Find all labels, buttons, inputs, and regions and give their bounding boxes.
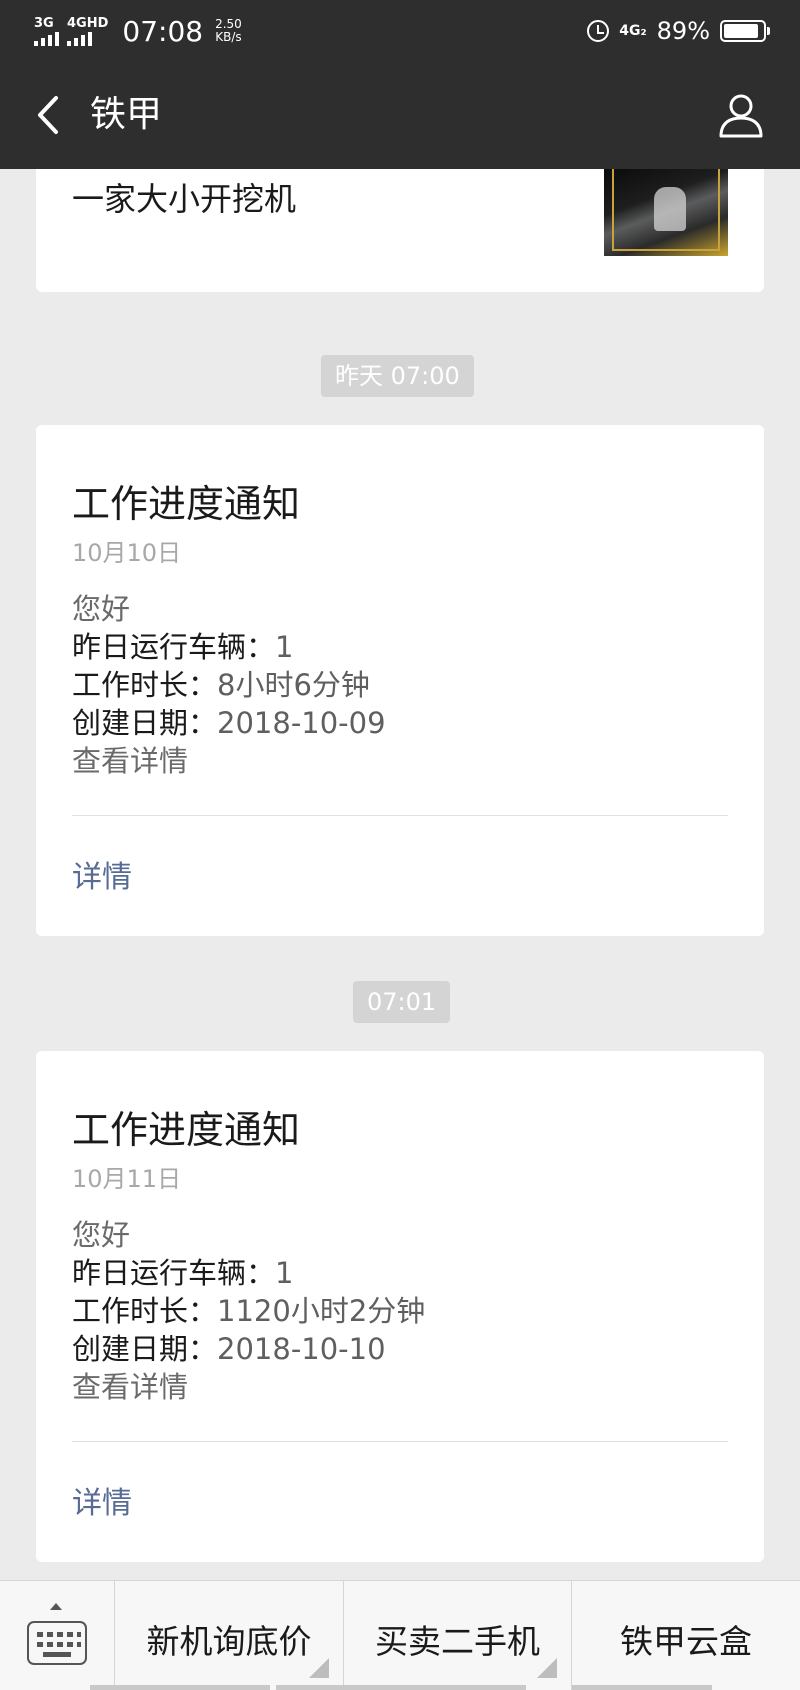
status-time: 07:08 xyxy=(122,14,204,48)
created-label: 创建日期： xyxy=(72,1332,218,1366)
vehicles-row: 昨日运行车辆：1 xyxy=(72,628,293,666)
duration-row: 工作时长：1120小时2分钟 xyxy=(72,1292,425,1330)
created-row: 创建日期：2018-10-09 xyxy=(72,704,386,742)
submenu-indicator-icon xyxy=(309,1658,329,1678)
signal-4g-icon: 4GHD xyxy=(67,17,108,46)
duration-row: 工作时长：8小时6分钟 xyxy=(72,666,370,704)
article-card[interactable]: 一家大小开挖机 xyxy=(36,169,764,292)
card-date: 10月10日 xyxy=(72,539,182,567)
duration-value: 8小时6分钟 xyxy=(217,668,370,702)
timestamp-badge: 昨天 07:00 xyxy=(321,355,474,397)
network-type: 4G₂ xyxy=(619,23,647,39)
notification-card[interactable]: 工作进度通知 10月11日 您好 昨日运行车辆：1 工作时长：1120小时2分钟… xyxy=(36,1051,764,1562)
menu-item-label: 铁甲云盒 xyxy=(620,1622,752,1661)
menu-item-used-machine[interactable]: 买卖二手机 xyxy=(344,1581,572,1690)
network-speed-unit: KB/s xyxy=(215,30,242,44)
notification-card[interactable]: 工作进度通知 10月10日 您好 昨日运行车辆：1 工作时长：8小时6分钟 创建… xyxy=(36,425,764,936)
chevron-left-icon[interactable] xyxy=(30,90,70,140)
article-thumbnail xyxy=(604,169,728,256)
created-label: 创建日期： xyxy=(72,706,218,740)
vehicles-value: 1 xyxy=(275,630,294,664)
keyboard-icon xyxy=(27,1621,87,1665)
menu-item-label: 买卖二手机 xyxy=(375,1622,540,1661)
signal-3g-label: 3G xyxy=(34,15,54,31)
user-icon[interactable] xyxy=(718,92,764,138)
card-title: 工作进度通知 xyxy=(72,1108,301,1152)
card-divider xyxy=(72,815,728,816)
vehicles-row: 昨日运行车辆：1 xyxy=(72,1254,293,1292)
duration-label: 工作时长： xyxy=(72,668,218,702)
view-details-text: 查看详情 xyxy=(72,1370,189,1404)
battery-percent: 89% xyxy=(656,17,710,45)
card-greeting: 您好 xyxy=(72,1218,131,1252)
created-row: 创建日期：2018-10-10 xyxy=(72,1330,386,1368)
duration-value: 1120小时2分钟 xyxy=(217,1294,426,1328)
created-value: 2018-10-10 xyxy=(217,1332,386,1366)
details-link[interactable]: 详情 xyxy=(72,1478,132,1522)
card-title: 工作进度通知 xyxy=(72,482,301,526)
card-greeting: 您好 xyxy=(72,592,131,626)
vehicles-label: 昨日运行车辆： xyxy=(72,1256,276,1290)
alarm-icon xyxy=(587,20,610,42)
card-date: 10月11日 xyxy=(72,1165,182,1193)
menu-item-cloud-box[interactable]: 铁甲云盒 xyxy=(572,1581,800,1690)
created-value: 2018-10-09 xyxy=(217,706,386,740)
view-details-text: 查看详情 xyxy=(72,744,189,778)
keyboard-toggle-button[interactable] xyxy=(0,1581,115,1690)
scroll-indicator xyxy=(572,1685,712,1690)
status-bar: 3G 4GHD 07:08 2.50 KB/s 4G₂ 89% xyxy=(0,0,800,62)
bottom-menu: 新机询底价 买卖二手机 铁甲云盒 xyxy=(0,1580,800,1690)
nav-bar: 铁甲 xyxy=(0,62,800,169)
signal-4g-label: 4GHD xyxy=(67,15,109,31)
card-divider xyxy=(72,1441,728,1442)
signal-3g-icon: 3G xyxy=(34,17,59,46)
vehicles-value: 1 xyxy=(275,1256,294,1290)
network-speed: 2.50 KB/s xyxy=(215,18,242,44)
submenu-indicator-icon xyxy=(537,1658,557,1678)
timestamp-badge: 07:01 xyxy=(353,981,451,1023)
vehicles-label: 昨日运行车辆： xyxy=(72,630,276,664)
battery-icon xyxy=(720,20,770,42)
article-title: 一家大小开挖机 xyxy=(72,180,297,218)
page-title: 铁甲 xyxy=(90,94,163,135)
menu-item-new-machine[interactable]: 新机询底价 xyxy=(115,1581,344,1690)
caret-up-icon xyxy=(50,1603,62,1610)
scroll-indicator xyxy=(90,1685,270,1690)
menu-item-label: 新机询底价 xyxy=(146,1622,312,1661)
details-link[interactable]: 详情 xyxy=(72,852,132,896)
duration-label: 工作时长： xyxy=(72,1294,218,1328)
scroll-indicator xyxy=(276,1685,526,1690)
